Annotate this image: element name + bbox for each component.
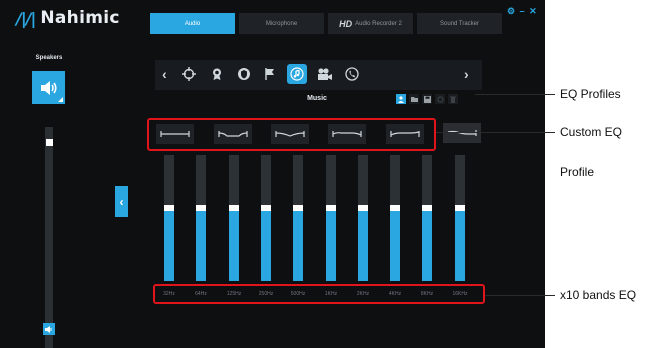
custom-eq-label-line1: Custom EQ xyxy=(560,125,623,139)
eq-profiles-leader-line xyxy=(475,94,555,95)
profile-user-button[interactable] xyxy=(396,94,406,104)
folder-icon xyxy=(410,97,418,102)
nahimic-logo: /|/| Nahimic xyxy=(16,8,120,28)
profile-folder-button[interactable] xyxy=(409,94,419,104)
tab-sound-tracker-label: Sound Tracker xyxy=(439,20,480,27)
scenario-title: Music xyxy=(307,95,327,102)
eq-band-slider[interactable] xyxy=(455,155,465,281)
eq-band-slider[interactable] xyxy=(196,155,206,281)
bands-label: x10 bands EQ xyxy=(560,288,637,302)
profile-reset-button[interactable] xyxy=(435,94,445,104)
tab-sound-tracker[interactable]: Sound Tracker xyxy=(417,13,502,34)
scenario-flag-button[interactable] xyxy=(260,64,280,84)
movie-camera-icon xyxy=(318,68,332,80)
scenario-prev-arrow[interactable]: ‹ xyxy=(162,66,167,82)
eq-band-handle[interactable] xyxy=(455,205,465,211)
eq-band-fill xyxy=(390,208,400,281)
window-controls[interactable]: ⚙ – ✕ xyxy=(507,6,538,17)
collapse-panel-button[interactable]: ‹ xyxy=(115,186,128,217)
crosshair-icon xyxy=(182,67,196,81)
eq-band-slider[interactable] xyxy=(164,155,174,281)
eq-band-handle[interactable] xyxy=(229,205,239,211)
eq-band-handle[interactable] xyxy=(261,205,271,211)
profile-save-button[interactable] xyxy=(422,94,432,104)
eq-custom-curve-icon xyxy=(447,130,477,136)
eq-band-handle[interactable] xyxy=(358,205,368,211)
tab-audio[interactable]: Audio xyxy=(150,13,235,34)
user-icon xyxy=(398,95,404,103)
reset-icon xyxy=(436,95,444,103)
tab-bar: Audio Microphone HD Audio Recorder 2 Soun… xyxy=(150,13,506,34)
eq-band-fill xyxy=(196,208,206,281)
scenario-next-arrow[interactable]: › xyxy=(464,66,469,82)
eq-band-slider[interactable] xyxy=(326,155,336,281)
eq-profiles-label: EQ Profiles xyxy=(560,87,621,101)
phone-icon xyxy=(345,67,359,81)
eq-band-fill xyxy=(326,208,336,281)
music-icon xyxy=(290,67,304,81)
tab-hd-audio-recorder-label: Audio Recorder 2 xyxy=(355,20,402,27)
eq-band-sliders xyxy=(164,155,484,285)
eq-band-slider[interactable] xyxy=(261,155,271,281)
scenario-badge-button[interactable] xyxy=(207,64,227,84)
eq-band-handle[interactable] xyxy=(390,205,400,211)
eq-band-fill xyxy=(229,208,239,281)
mute-button[interactable] xyxy=(43,323,55,335)
flag-icon xyxy=(265,68,274,80)
eq-profiles-highlight xyxy=(147,118,436,151)
logo-mark: /|/| xyxy=(16,8,36,28)
scenario-shield-button[interactable] xyxy=(234,64,254,84)
badge-icon xyxy=(213,68,221,80)
trash-icon xyxy=(450,96,456,103)
speaker-panel: Speakers xyxy=(25,50,73,348)
eq-band-fill xyxy=(422,208,432,281)
tab-hd-audio-recorder[interactable]: HD Audio Recorder 2 xyxy=(328,13,413,34)
speakers-label: Speakers xyxy=(35,55,63,61)
speaker-device-button[interactable] xyxy=(32,71,65,104)
eq-bands-highlight xyxy=(153,284,485,304)
eq-band-handle[interactable] xyxy=(293,205,303,211)
eq-band-slider[interactable] xyxy=(229,155,239,281)
shield-icon xyxy=(238,68,250,80)
eq-band-fill xyxy=(455,208,465,281)
eq-band-slider[interactable] xyxy=(293,155,303,281)
speaker-icon xyxy=(40,80,57,95)
eq-band-handle[interactable] xyxy=(164,205,174,211)
profile-delete-button[interactable] xyxy=(448,94,458,104)
eq-band-handle[interactable] xyxy=(326,205,336,211)
logo-text: Nahimic xyxy=(40,8,120,28)
volume-slider-track[interactable] xyxy=(45,127,53,348)
tab-microphone-label: Microphone xyxy=(265,20,298,27)
volume-slider-handle[interactable] xyxy=(46,139,53,146)
eq-band-slider[interactable] xyxy=(390,155,400,281)
hd-logo: HD xyxy=(339,18,353,29)
tab-microphone[interactable]: Microphone xyxy=(239,13,324,34)
scenario-crosshair-button[interactable] xyxy=(179,64,199,84)
eq-band-fill xyxy=(293,208,303,281)
scenario-phone-button[interactable] xyxy=(342,64,362,84)
profile-action-buttons xyxy=(396,94,461,104)
tab-audio-label: Audio xyxy=(184,20,201,27)
eq-band-slider[interactable] xyxy=(358,155,368,281)
eq-band-slider[interactable] xyxy=(422,155,432,281)
eq-band-fill xyxy=(164,208,174,281)
mute-icon xyxy=(45,325,52,333)
eq-band-handle[interactable] xyxy=(196,205,206,211)
eq-band-fill xyxy=(261,208,271,281)
eq-band-handle[interactable] xyxy=(422,205,432,211)
scenario-movie-button[interactable] xyxy=(315,64,335,84)
scenario-bar: ‹ › xyxy=(155,60,482,90)
custom-eq-label-line2: Profile xyxy=(560,165,595,179)
scenario-music-button[interactable] xyxy=(287,64,307,84)
chevron-left-icon: ‹ xyxy=(119,194,124,209)
save-icon xyxy=(423,95,431,103)
bands-leader-line xyxy=(485,295,555,296)
custom-eq-profile-button[interactable] xyxy=(443,123,481,143)
custom-eq-leader-line xyxy=(436,132,555,133)
eq-band-fill xyxy=(358,208,368,281)
